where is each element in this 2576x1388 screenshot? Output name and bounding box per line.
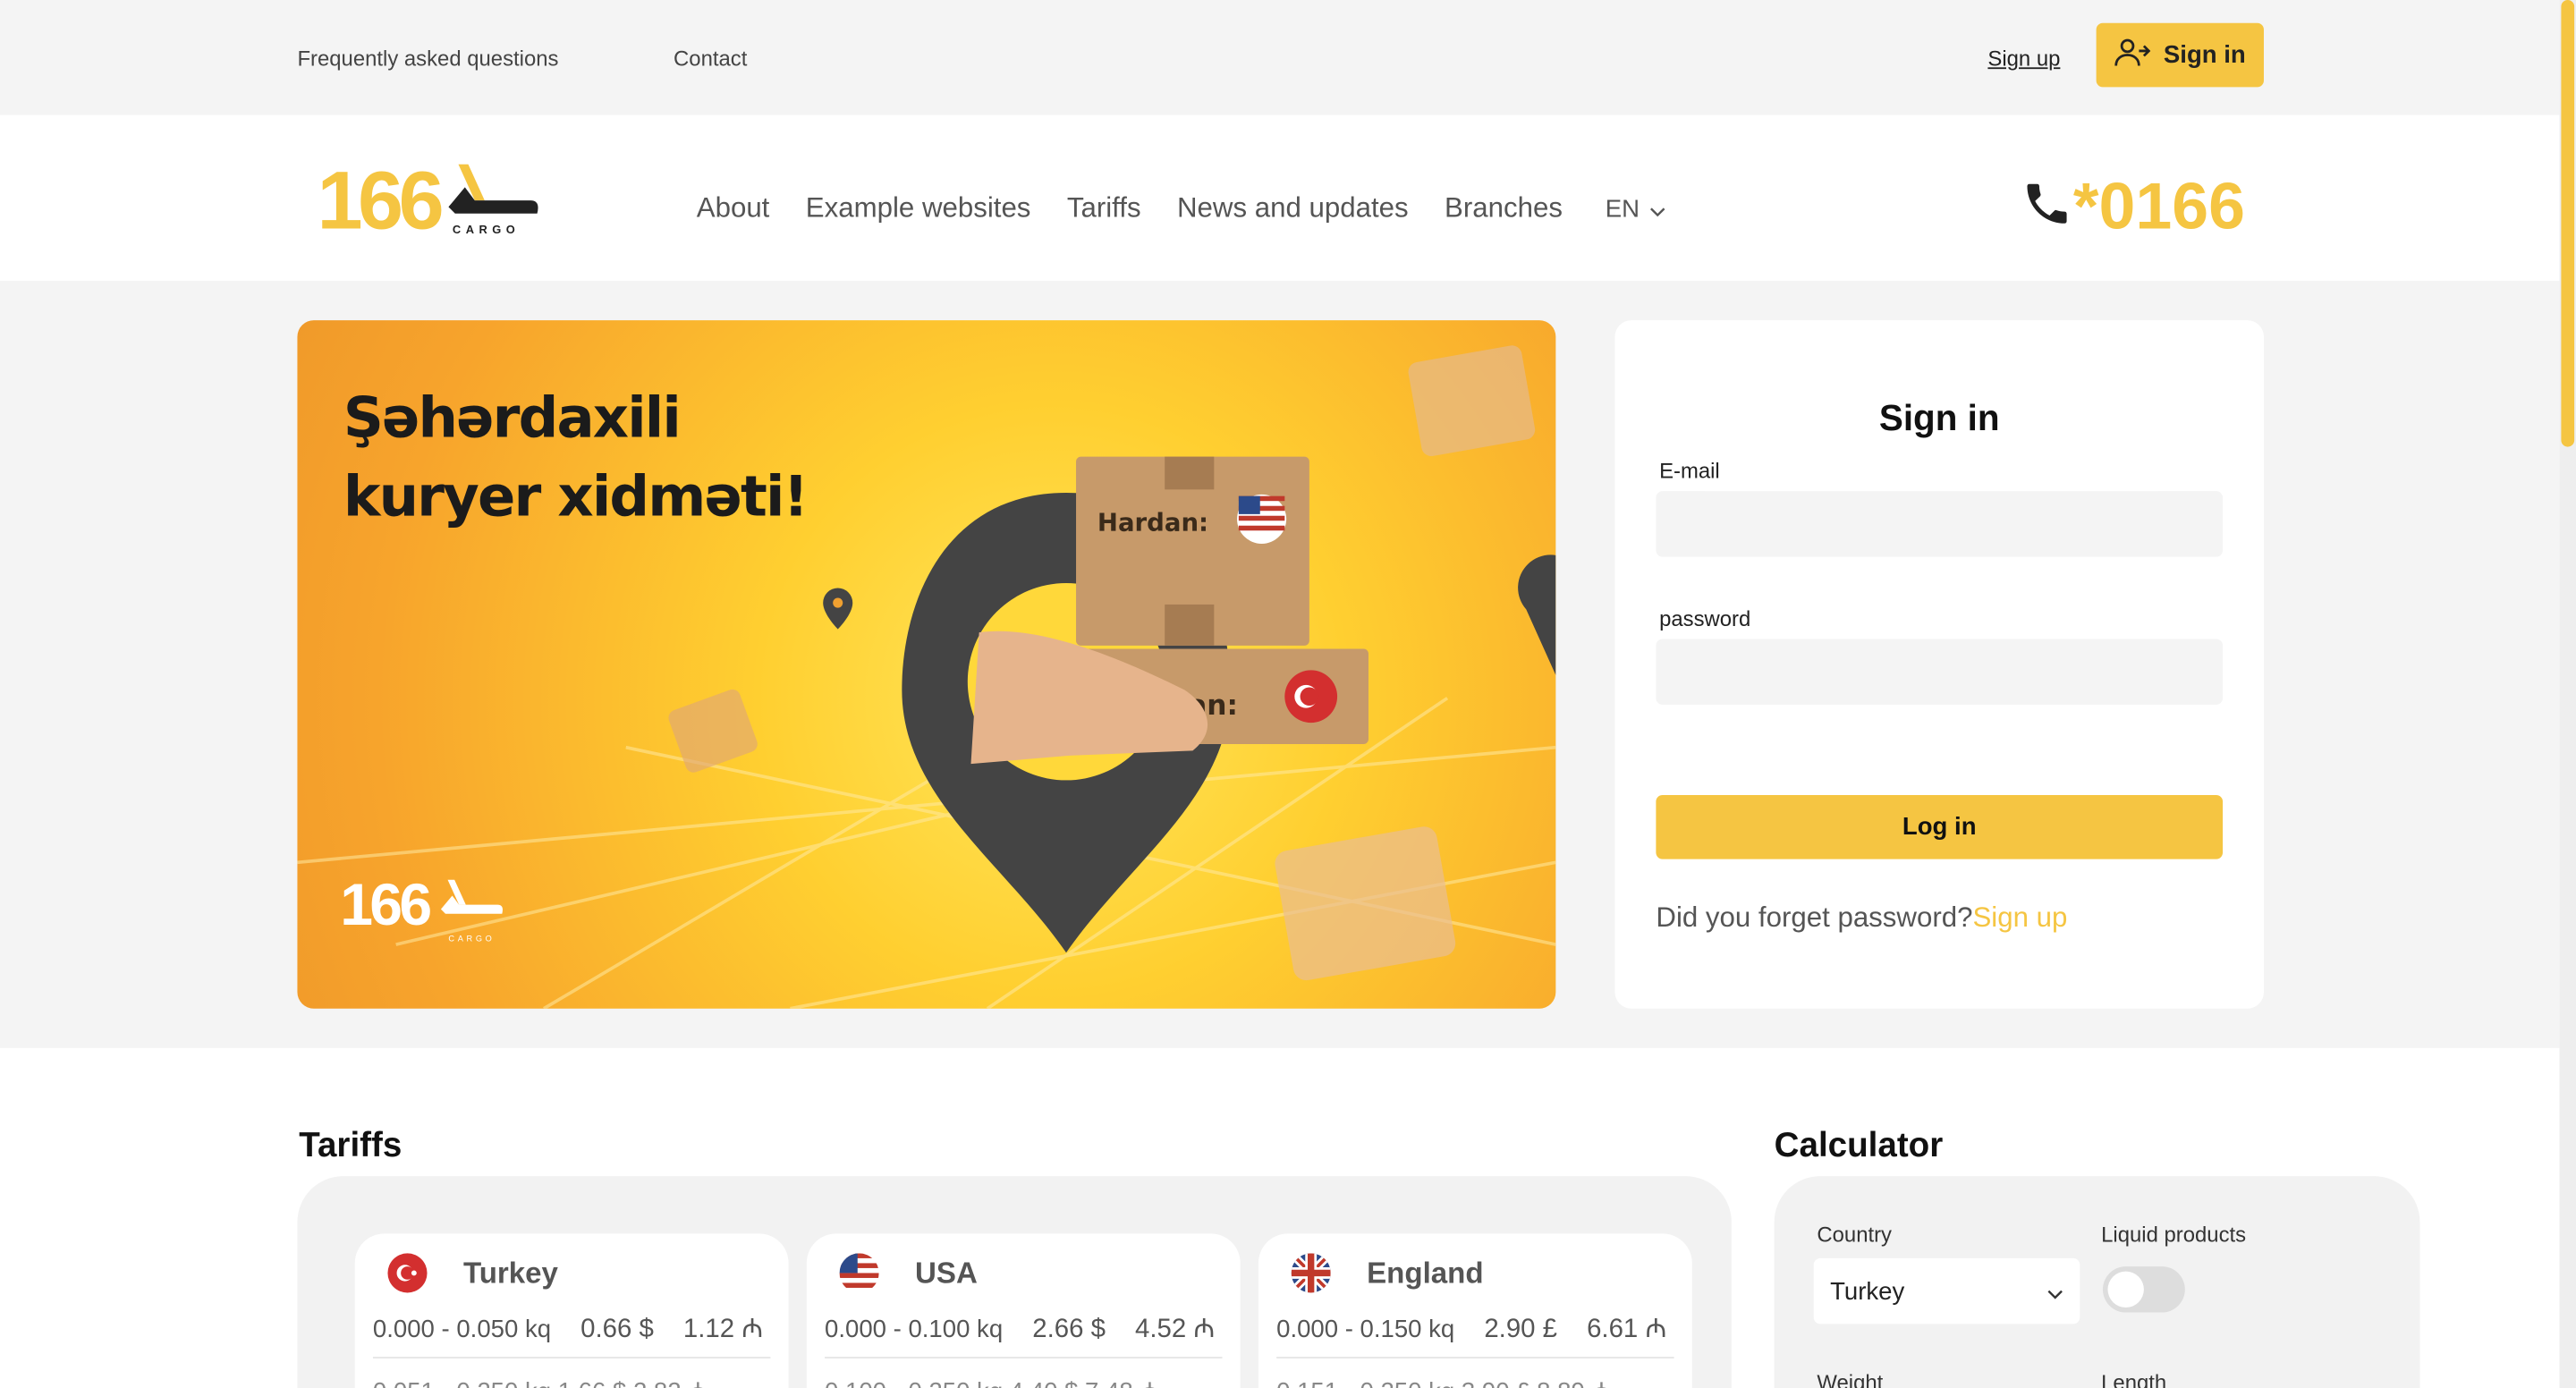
email-label: E-mail [1659,458,1720,483]
tariff-range: 0.000 - 0.100 kq [825,1316,1004,1344]
tariff-country: USA [915,1256,978,1289]
login-card: Sign in E-mail password Log in Did you f… [1614,320,2264,1009]
logo-sub: CARGO [452,224,521,237]
tariff-card-usa[interactable]: USA 0.000 - 0.100 kq 2.66 $ 4.52 ₼ 0.100… [806,1233,1241,1388]
tariff-range: 0.000 - 0.050 kq [372,1316,552,1344]
tariffs-title: Tariffs [299,1126,402,1165]
logo-number: 166 [317,154,444,247]
liquid-toggle[interactable] [2102,1266,2185,1313]
divider [1276,1357,1674,1358]
tariff-price-foreign: 0.66 $ [580,1316,654,1344]
top-bar: Frequently asked questions Contact Sign … [0,0,2560,115]
chevron-down-icon [2047,1277,2063,1305]
password-field[interactable] [1656,639,2224,705]
tariffs-calculator-section: Tariffs Turkey 0.000 - 0.050 kq 0.66 $ 1… [0,1047,2560,1388]
country-select-value: Turkey [1830,1277,1905,1306]
tariff-country: England [1367,1256,1484,1289]
tariff-price-azn: 1.12 ₼ [682,1316,764,1344]
tariff-card-turkey[interactable]: Turkey 0.000 - 0.050 kq 0.66 $ 1.12 ₼ 0.… [354,1233,789,1388]
box-top-label: Hardan: [1097,508,1208,537]
page-scrollbar[interactable] [2559,0,2576,1388]
uk-flag-icon [1291,1253,1331,1293]
forgot-signup-link[interactable]: Sign up [1972,901,2067,933]
scrollbar-thumb[interactable] [2561,0,2575,447]
tariff-next-row: 0.100 - 0.250 kq 4.40 $ 7.48 ₼ [825,1375,1160,1388]
hotline[interactable]: *0166 [2021,171,2245,245]
nav-about[interactable]: About [697,192,770,225]
logo[interactable]: 166 CARGO [317,154,542,247]
email-field[interactable] [1656,491,2224,557]
toggle-knob [2107,1271,2144,1308]
tariff-card-england[interactable]: England 0.000 - 0.150 kq 2.90 £ 6.61 ₼ 0… [1258,1233,1692,1388]
liquid-label: Liquid products [2101,1222,2247,1248]
language-selector[interactable]: EN [1606,192,1666,225]
turkey-flag-icon [387,1253,428,1293]
login-title: Sign in [1878,397,2000,439]
weight-label: Weight [1817,1369,1884,1388]
signup-link[interactable]: Sign up [1987,46,2060,71]
signin-button[interactable]: Sign in [2096,22,2264,88]
headline-line-1: Şəhərdaxili [343,385,682,453]
calculator-panel: Country Liquid products Turkey Weight Le… [1774,1176,2420,1388]
divider [825,1357,1223,1358]
main-nav: About Example websites Tariffs News and … [697,192,1666,225]
tariffs-panel: Turkey 0.000 - 0.050 kq 0.66 $ 1.12 ₼ 0.… [297,1176,1732,1388]
nav-news[interactable]: News and updates [1177,192,1409,225]
tariff-next-row: 0.151 - 0.250 kq 3.90 £ 8.89 ₼ [1276,1375,1612,1388]
banner-logo-number: 166 [340,870,432,938]
banner-logo-sub: CARGO [448,935,496,945]
contact-link[interactable]: Contact [674,46,747,71]
calculator-title: Calculator [1774,1126,1944,1165]
tariff-country: Turkey [462,1256,558,1289]
tariff-price-foreign: 2.66 $ [1032,1316,1106,1344]
tariff-price-azn: 4.52 ₼ [1134,1316,1216,1344]
tariff-range: 0.000 - 0.150 kq [1276,1316,1455,1344]
banner-headline: Şəhərdaxili kuryer xidməti! [343,379,809,537]
nav-branches[interactable]: Branches [1445,192,1563,225]
tariff-next-row: 0.051 - 0.250 kq 1.66 $ 2.82 ₼ [373,1375,708,1388]
language-label: EN [1605,194,1640,223]
nav-tariffs[interactable]: Tariffs [1067,192,1141,225]
main-header: 166 CARGO About Example websites Tariffs… [0,114,2560,282]
user-login-icon [2114,37,2151,72]
password-label: password [1659,605,1751,631]
phone-number: *0166 [2072,171,2245,243]
forgot-password: Did you forget password?Sign up [1656,901,2067,935]
hero-section: Hardan: dan: Şəhərdaxili kuryer xidməti! [0,281,2560,1048]
promo-banner[interactable]: Hardan: dan: Şəhərdaxili kuryer xidməti! [297,320,1556,1009]
nav-example-websites[interactable]: Example websites [806,192,1031,225]
login-button[interactable]: Log in [1656,794,2224,859]
tariff-price-foreign: 2.90 £ [1484,1316,1558,1344]
banner-plane-icon [440,879,503,914]
headline-line-2: kuryer xidməti! [343,464,809,531]
chevron-down-icon [1649,195,1665,223]
phone-icon [2021,177,2073,238]
forgot-text: Did you forget password? [1656,901,1973,934]
tariff-price-azn: 6.61 ₼ [1587,1316,1667,1344]
usa-flag-icon [839,1253,879,1293]
country-select[interactable]: Turkey [1813,1257,2080,1325]
divider [372,1357,771,1358]
signin-button-label: Sign in [2163,40,2246,70]
country-label: Country [1817,1222,1893,1248]
faq-link[interactable]: Frequently asked questions [297,46,558,71]
plane-icon: CARGO [446,164,542,237]
length-label: Length [2101,1369,2167,1388]
